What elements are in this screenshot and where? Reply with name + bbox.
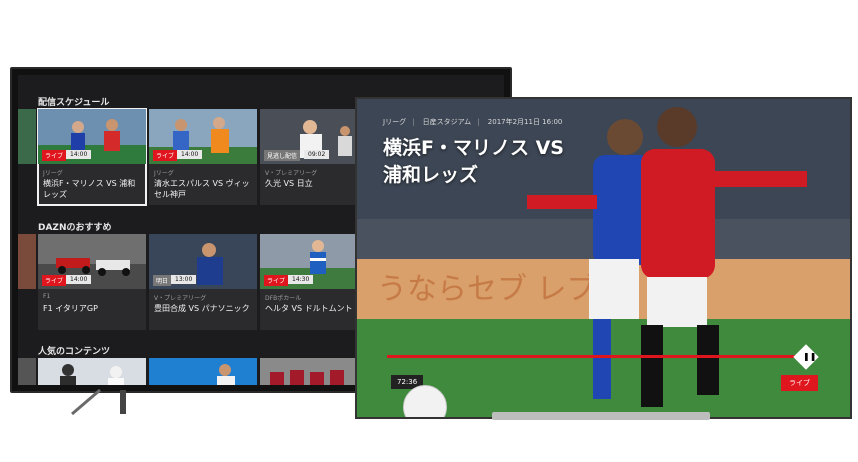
tv-left-stand	[71, 388, 126, 416]
card-stub[interactable]	[18, 358, 36, 385]
card-title: 横浜F・マリノス VS 浦和レッズ	[43, 179, 136, 199]
card-title: 久光 VS 日立	[265, 179, 313, 188]
card-stub[interactable]	[18, 109, 36, 164]
duration-badge: 09:02	[304, 150, 330, 159]
live-button[interactable]: ライブ	[781, 375, 818, 391]
live-badge: ライブ	[42, 150, 67, 161]
card-stub[interactable]	[18, 234, 36, 289]
card-category: DFBポカール	[265, 295, 302, 302]
time-badge: 14:00	[177, 150, 203, 159]
replay-badge: 見逃し配信	[264, 150, 301, 161]
card-schedule-2[interactable]: ライブ 14:00 Jリーグ 清水エスパルス VS ヴィッセル神戸	[149, 109, 257, 205]
card-recommended-3[interactable]: ライブ 14:30 DFBポカール ヘルタ VS ドルトムント	[260, 234, 368, 330]
card-popular-2[interactable]	[149, 358, 257, 385]
card-title: 豊田合成 VS パナソニック	[154, 304, 250, 313]
tomorrow-badge: 明日	[153, 275, 172, 286]
live-badge: ライブ	[264, 275, 289, 286]
time-badge: 14:00	[66, 275, 92, 284]
time-badge: 14:00	[66, 150, 92, 159]
match-title: 横浜F・マリノス VS 浦和レッズ	[383, 135, 643, 189]
section-title-recommended: DAZNのおすすめ	[38, 223, 112, 233]
live-badge: ライブ	[42, 275, 67, 286]
time-badge: 13:00	[171, 275, 197, 284]
seek-bar[interactable]	[387, 355, 800, 358]
match-title-line2: 浦和レッズ	[383, 164, 479, 186]
breadcrumb-venue: 日産スタジアム	[422, 118, 472, 126]
card-recommended-1[interactable]: ライブ 14:00 F1 F1 イタリアGP	[38, 234, 146, 330]
time-badge: 14:30	[288, 275, 314, 284]
tv-right-stand	[492, 412, 710, 420]
thumbnail	[260, 358, 368, 385]
card-title: ヘルタ VS ドルトムント	[265, 304, 353, 313]
pause-icon[interactable]: ❚❚	[803, 352, 816, 361]
card-category: Jリーグ	[43, 170, 63, 177]
match-title-line1: 横浜F・マリノス VS	[383, 137, 564, 159]
thumbnail	[149, 358, 257, 385]
breadcrumb-date: 2017年2月11日 16:00	[487, 118, 563, 126]
live-badge: ライブ	[153, 150, 178, 161]
card-category: V・プレミアリーグ	[154, 295, 207, 302]
tv-right: うならセブ レブン Jリーグ | 日産スタジアム | 2017年2月11日 16:0…	[355, 97, 852, 419]
thumbnail	[38, 358, 146, 385]
card-schedule-3[interactable]: 見逃し配信 09:02 V・プレミアリーグ 久光 VS 日立	[260, 109, 368, 205]
breadcrumb-league: Jリーグ	[383, 118, 407, 126]
section-title-schedule: 配信スケジュール	[38, 98, 110, 108]
card-schedule-1[interactable]: ライブ 14:00 Jリーグ 横浜F・マリノス VS 浦和レッズ	[37, 108, 147, 206]
section-title-popular: 人気のコンテンツ	[38, 347, 111, 357]
card-popular-1[interactable]	[38, 358, 146, 385]
card-title: 清水エスパルス VS ヴィッセル神戸	[154, 179, 250, 199]
card-category: Jリーグ	[154, 170, 174, 177]
card-title: F1 イタリアGP	[43, 304, 98, 313]
breadcrumb: Jリーグ | 日産スタジアム | 2017年2月11日 16:00	[383, 118, 563, 126]
card-recommended-2[interactable]: 明日 13:00 V・プレミアリーグ 豊田合成 VS パナソニック	[149, 234, 257, 330]
card-category: V・プレミアリーグ	[265, 170, 318, 177]
card-category: F1	[43, 293, 51, 300]
card-popular-3[interactable]	[260, 358, 368, 385]
